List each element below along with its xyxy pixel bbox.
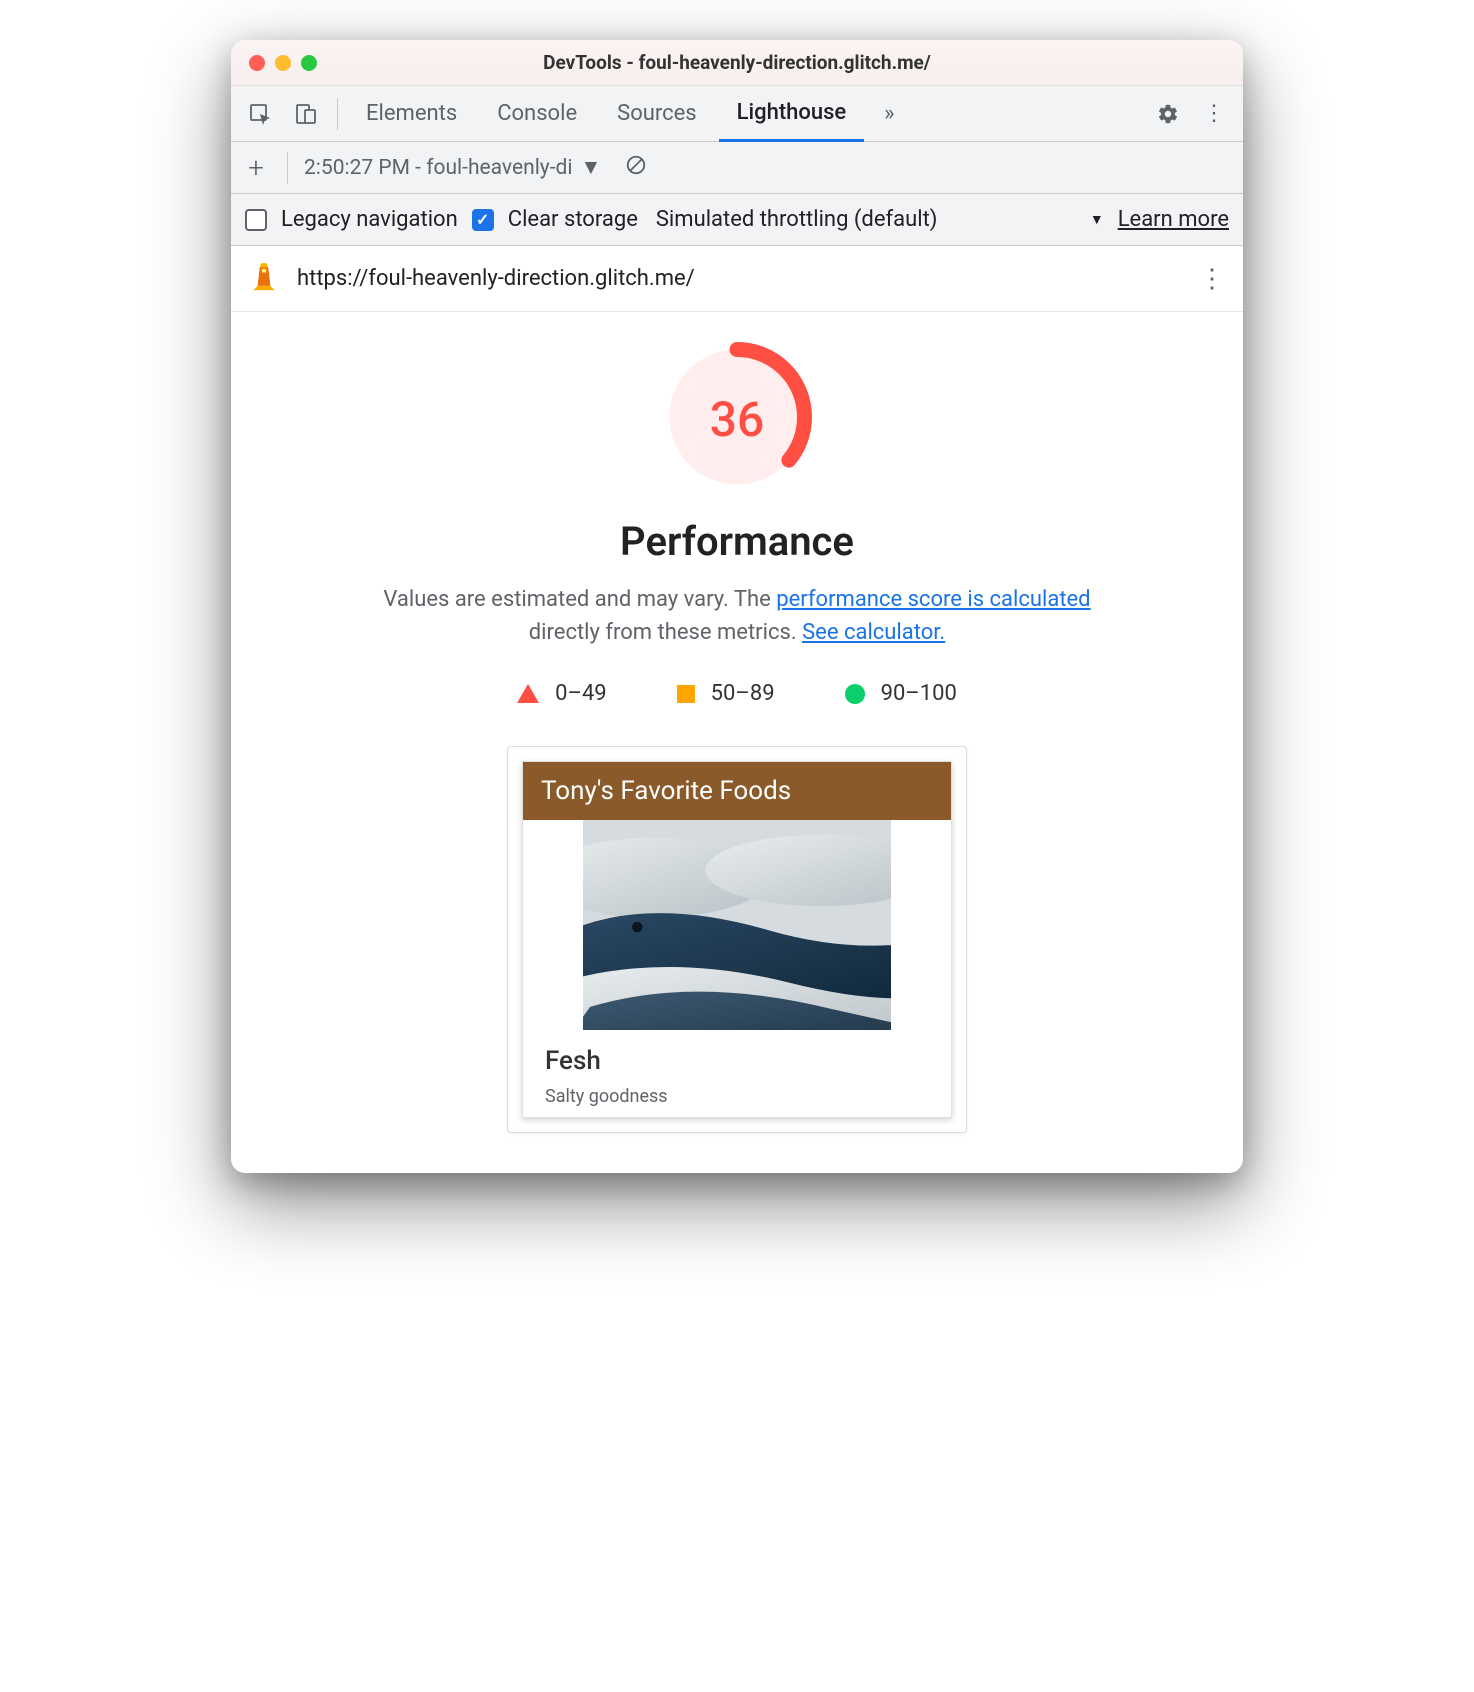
- score-calc-link[interactable]: performance score is calculated: [776, 587, 1090, 612]
- page-preview-title: Tony's Favorite Foods: [523, 762, 951, 820]
- throttling-label: Simulated throttling (default): [656, 207, 938, 232]
- zoom-window-button[interactable]: [301, 55, 317, 71]
- divider: [287, 152, 288, 184]
- page-preview-card: Fesh Salty goodness: [523, 1030, 951, 1117]
- card-subtitle: Salty goodness: [545, 1086, 929, 1107]
- desc-text: Values are estimated and may vary. The: [383, 587, 776, 612]
- link-label: See calculator.: [802, 620, 945, 645]
- chevron-down-icon: ▼: [1090, 211, 1104, 228]
- desc-text: directly from these metrics.: [529, 620, 802, 645]
- device-toolbar-icon[interactable]: [285, 93, 327, 135]
- legend-pass: 90–100: [845, 681, 957, 706]
- tab-label: Sources: [617, 101, 697, 126]
- score-description: Values are estimated and may vary. The p…: [357, 583, 1117, 649]
- window-title: DevTools - foul-heavenly-direction.glitc…: [231, 51, 1243, 74]
- tab-label: Elements: [366, 101, 457, 126]
- lighthouse-logo-icon: [247, 259, 281, 299]
- circle-icon: [845, 684, 865, 704]
- report-selector[interactable]: 2:50:27 PM - foul-heavenly-di ▼: [304, 156, 601, 180]
- chevron-down-icon: ▼: [581, 156, 602, 180]
- performance-score: 36: [662, 342, 812, 496]
- report-selector-label: 2:50:27 PM - foul-heavenly-di: [304, 156, 573, 180]
- tab-lighthouse[interactable]: Lighthouse: [719, 87, 865, 142]
- inspect-element-icon[interactable]: [239, 93, 281, 135]
- tab-elements[interactable]: Elements: [348, 86, 475, 141]
- more-tabs-icon[interactable]: »: [868, 93, 910, 135]
- legend-label: 50–89: [711, 681, 775, 706]
- lighthouse-report: 36 Performance Values are estimated and …: [231, 312, 1243, 1173]
- card-title: Fesh: [545, 1046, 929, 1076]
- score-legend: 0–49 50–89 90–100: [271, 681, 1203, 706]
- see-calculator-link[interactable]: See calculator.: [802, 620, 945, 645]
- clear-report-icon[interactable]: [625, 154, 647, 182]
- legacy-navigation-checkbox[interactable]: [245, 209, 267, 231]
- kebab-menu-icon[interactable]: ⋮: [1193, 93, 1235, 135]
- divider: [337, 98, 338, 130]
- tab-sources[interactable]: Sources: [599, 86, 715, 141]
- traffic-lights: [231, 55, 317, 71]
- report-url-row: https://foul-heavenly-direction.glitch.m…: [231, 246, 1243, 312]
- filmstrip: Tony's Favorite Foods: [271, 746, 1203, 1133]
- devtools-tabs: Elements Console Sources Lighthouse » ⋮: [231, 86, 1243, 142]
- legend-label: 0–49: [555, 681, 607, 706]
- legacy-navigation-label: Legacy navigation: [281, 207, 458, 232]
- legend-average: 50–89: [677, 681, 775, 706]
- tab-console[interactable]: Console: [479, 86, 595, 141]
- close-window-button[interactable]: [249, 55, 265, 71]
- new-report-button[interactable]: +: [241, 151, 271, 184]
- legend-label: 90–100: [881, 681, 957, 706]
- triangle-icon: [517, 684, 539, 703]
- lighthouse-toolbar: + 2:50:27 PM - foul-heavenly-di ▼: [231, 142, 1243, 194]
- performance-gauge: 36: [662, 342, 812, 496]
- page-preview: Tony's Favorite Foods: [522, 761, 952, 1118]
- window: DevTools - foul-heavenly-direction.glitc…: [231, 40, 1243, 1173]
- square-icon: [677, 685, 695, 703]
- report-url: https://foul-heavenly-direction.glitch.m…: [297, 266, 1183, 291]
- category-title: Performance: [271, 518, 1203, 565]
- minimize-window-button[interactable]: [275, 55, 291, 71]
- tab-label: Console: [497, 101, 577, 126]
- titlebar: DevTools - foul-heavenly-direction.glitc…: [231, 40, 1243, 86]
- page-preview-image: [583, 820, 891, 1030]
- clear-storage-checkbox[interactable]: [472, 209, 494, 231]
- legend-fail: 0–49: [517, 681, 607, 706]
- learn-more-label: Learn more: [1118, 207, 1229, 232]
- link-label: performance score is calculated: [776, 587, 1090, 612]
- report-menu-icon[interactable]: ⋮: [1199, 264, 1227, 294]
- settings-gear-icon[interactable]: [1147, 93, 1189, 135]
- tab-label: Lighthouse: [737, 100, 847, 125]
- filmstrip-frame: Tony's Favorite Foods: [507, 746, 967, 1133]
- learn-more-link[interactable]: Learn more: [1118, 207, 1229, 232]
- lighthouse-options: Legacy navigation Clear storage Simulate…: [231, 194, 1243, 246]
- clear-storage-label: Clear storage: [508, 207, 638, 232]
